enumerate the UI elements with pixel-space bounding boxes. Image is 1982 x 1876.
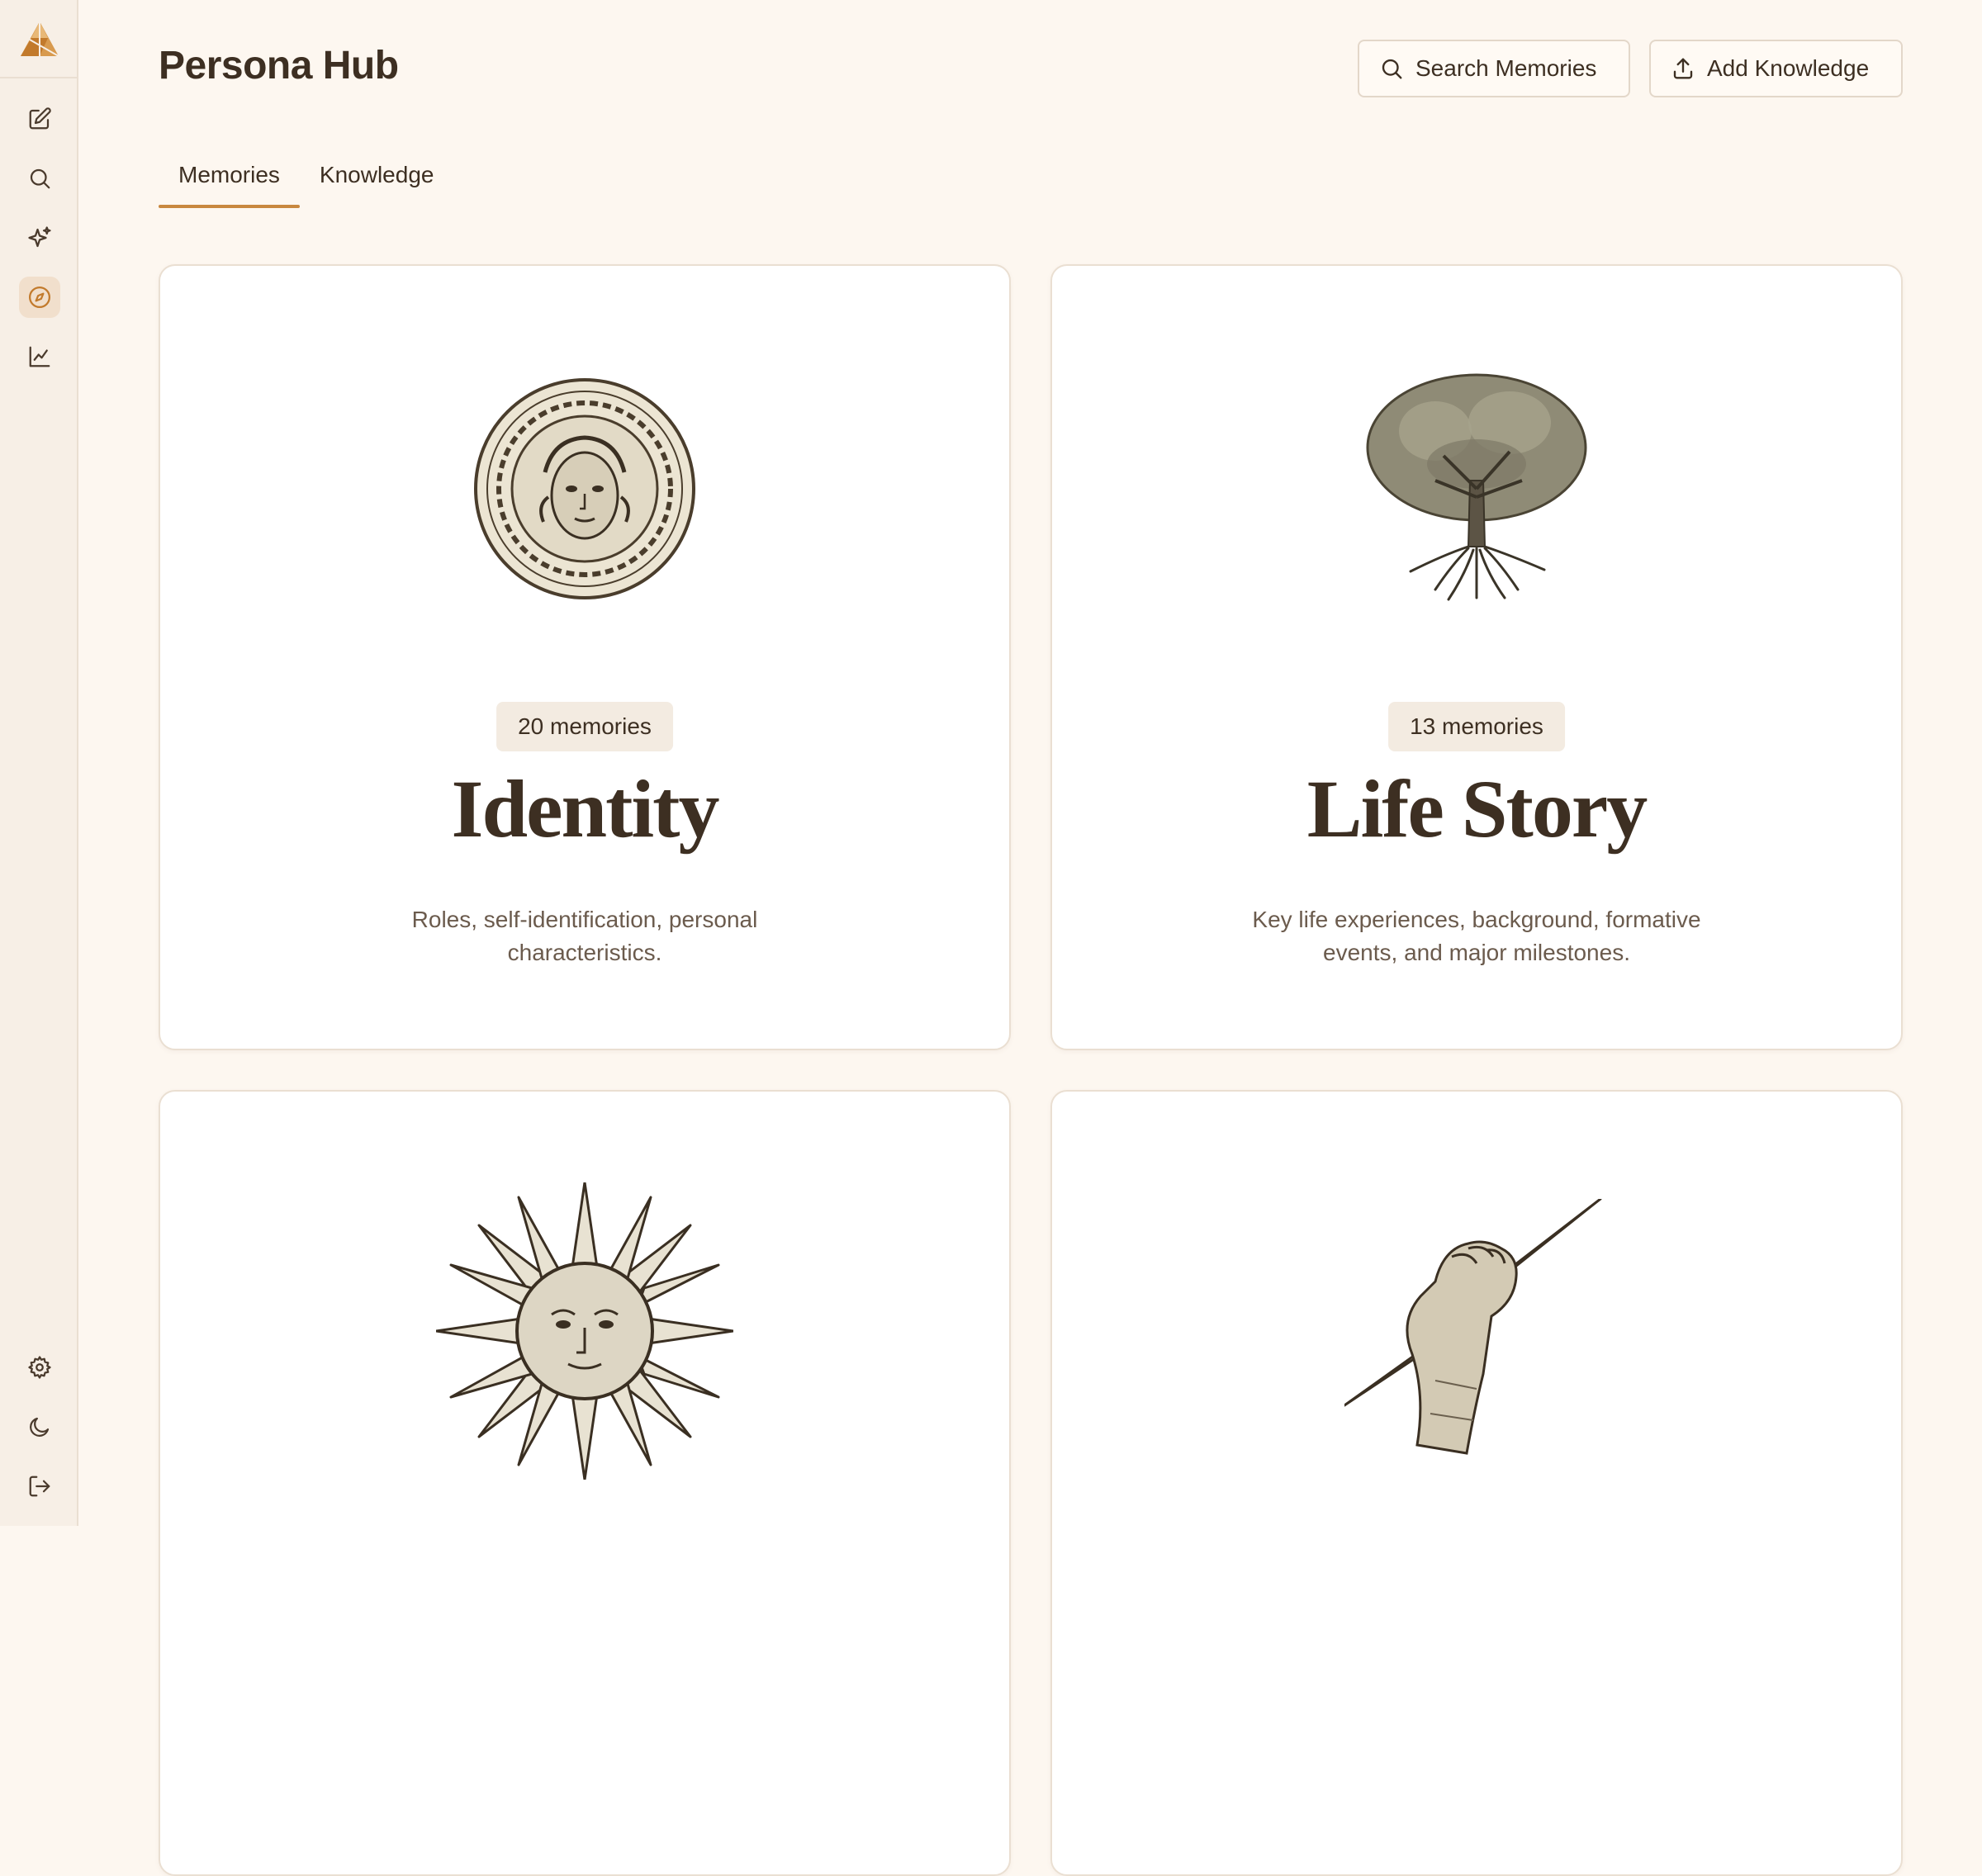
sidebar-item-sparkles[interactable] (19, 217, 60, 258)
moon-icon (30, 1417, 50, 1437)
compass-icon (29, 287, 50, 308)
card-illustration (160, 365, 1009, 613)
search-icon (1382, 59, 1402, 79)
search-icon (30, 168, 50, 189)
search-memories-label: Search Memories (1415, 55, 1597, 81)
card-illustration (160, 1182, 1009, 1480)
sidebar-item-edit[interactable] (19, 98, 60, 140)
sidebar-item-logout[interactable] (19, 1466, 60, 1507)
category-card-life-story[interactable]: 13 memories Life Story Key life experien… (1050, 264, 1903, 1050)
edit-icon (29, 107, 51, 130)
sidebar-item-theme[interactable] (19, 1406, 60, 1447)
tab-bar: Memories Knowledge (159, 157, 453, 208)
sidebar-item-analytics[interactable] (19, 336, 60, 377)
card-description: Roles, self-identification, personal cha… (411, 907, 758, 965)
card-illustration (1052, 365, 1901, 613)
sidebar-item-explore[interactable] (19, 277, 60, 318)
gear-icon (28, 1356, 51, 1379)
sidebar (0, 0, 78, 1526)
logout-icon (29, 1476, 50, 1497)
category-card-power[interactable] (1050, 1090, 1903, 1876)
memory-count-badge: 13 memories (1388, 702, 1565, 751)
medusa-medallion-icon (474, 378, 695, 599)
category-card-identity[interactable]: 20 memories Identity Roles, self-identif… (159, 264, 1011, 1050)
add-knowledge-button[interactable]: Add Knowledge (1649, 40, 1903, 97)
upload-icon (1673, 58, 1693, 79)
card-title: Identity (451, 763, 720, 855)
card-title: Life Story (1306, 763, 1648, 855)
tree-of-life-icon (1366, 373, 1587, 601)
card-illustration (1052, 1199, 1901, 1463)
persona-logo-icon (20, 21, 59, 57)
add-knowledge-label: Add Knowledge (1707, 55, 1870, 81)
fist-lightning-icon (1344, 1199, 1602, 1455)
chart-line-icon (29, 346, 50, 367)
logo[interactable] (0, 0, 78, 78)
sparkles-icon (28, 226, 51, 248)
sidebar-item-settings[interactable] (19, 1347, 60, 1388)
card-description: Key life experiences, background, format… (1252, 907, 1701, 965)
category-card-sun[interactable] (159, 1090, 1011, 1876)
tab-memories[interactable]: Memories (159, 157, 300, 208)
memory-count-badge: 20 memories (496, 702, 673, 751)
tab-knowledge[interactable]: Knowledge (300, 157, 454, 208)
sun-face-icon (436, 1182, 733, 1480)
sidebar-item-search[interactable] (19, 158, 60, 199)
search-memories-button[interactable]: Search Memories (1358, 40, 1630, 97)
page-title: Persona Hub (159, 44, 399, 88)
